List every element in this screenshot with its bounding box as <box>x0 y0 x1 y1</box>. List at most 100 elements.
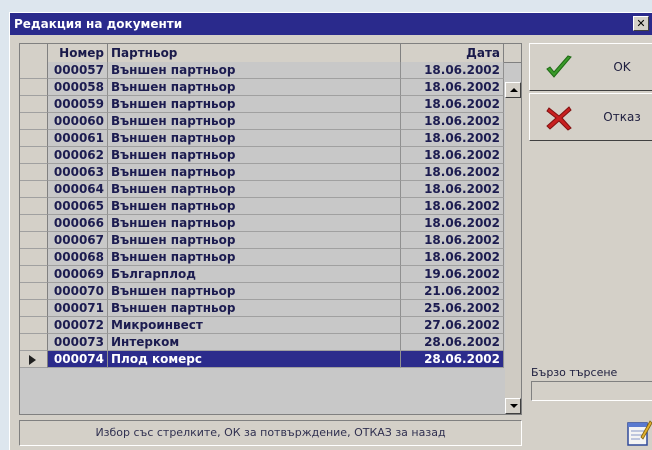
title-bar: Редакция на документи ✕ <box>10 13 652 35</box>
row-indicator[interactable] <box>20 96 48 113</box>
cell-date: 27.06.2002 <box>401 317 504 334</box>
close-icon: ✕ <box>636 17 646 30</box>
cell-date: 18.06.2002 <box>401 96 504 113</box>
cell-partner: Външен партньор <box>108 96 401 113</box>
scroll-up-button[interactable] <box>505 82 521 98</box>
table-row[interactable]: 000064 Външен партньор 18.06.2002 <box>20 181 504 198</box>
table-row[interactable]: 000069 Българплод 19.06.2002 <box>20 266 504 283</box>
row-indicator[interactable] <box>20 130 48 147</box>
row-indicator[interactable] <box>20 334 48 351</box>
cell-number: 000067 <box>48 232 108 249</box>
row-indicator[interactable] <box>20 300 48 317</box>
table-row[interactable]: 000059 Външен партньор 18.06.2002 <box>20 96 504 113</box>
cell-partner: Външен партньор <box>108 215 401 232</box>
header-indicator <box>20 44 48 62</box>
cell-number: 000064 <box>48 181 108 198</box>
cell-number: 000070 <box>48 283 108 300</box>
row-pointer-icon <box>29 355 36 365</box>
row-indicator[interactable] <box>20 113 48 130</box>
cell-number: 000058 <box>48 79 108 96</box>
documents-grid[interactable]: Номер Партньор Дата 000057 Външен партньо… <box>19 43 522 415</box>
column-header-date[interactable]: Дата <box>401 44 504 62</box>
row-indicator[interactable] <box>20 147 48 164</box>
cell-partner: Външен партньор <box>108 62 401 79</box>
row-indicator[interactable] <box>20 215 48 232</box>
table-row[interactable]: 000070 Външен партньор 21.06.2002 <box>20 283 504 300</box>
column-header-number[interactable]: Номер <box>48 44 108 62</box>
cell-partner: Външен партньор <box>108 232 401 249</box>
cancel-button[interactable]: Отказ <box>529 93 652 141</box>
row-indicator[interactable] <box>20 266 48 283</box>
notepad-icon[interactable] <box>624 417 652 447</box>
row-indicator[interactable] <box>20 317 48 334</box>
cell-date: 18.06.2002 <box>401 113 504 130</box>
cell-partner: Външен партньор <box>108 130 401 147</box>
cell-partner: Външен партньор <box>108 198 401 215</box>
cell-date: 18.06.2002 <box>401 130 504 147</box>
cell-number: 000071 <box>48 300 108 317</box>
table-row[interactable]: 000061 Външен партньор 18.06.2002 <box>20 130 504 147</box>
vertical-scrollbar[interactable] <box>505 82 521 414</box>
cell-partner: Българплод <box>108 266 401 283</box>
cell-date: 18.06.2002 <box>401 79 504 96</box>
row-indicator[interactable] <box>20 232 48 249</box>
table-row[interactable]: 000065 Външен партньор 18.06.2002 <box>20 198 504 215</box>
table-row[interactable]: 000058 Външен партньор 18.06.2002 <box>20 79 504 96</box>
cell-number: 000072 <box>48 317 108 334</box>
cell-partner: Външен партньор <box>108 300 401 317</box>
cell-date: 18.06.2002 <box>401 232 504 249</box>
row-indicator[interactable] <box>20 283 48 300</box>
quick-search-input[interactable] <box>531 381 652 401</box>
table-row[interactable]: 000067 Външен партньор 18.06.2002 <box>20 232 504 249</box>
grid-header: Номер Партньор Дата <box>20 44 521 63</box>
cell-number: 000065 <box>48 198 108 215</box>
cell-number: 000060 <box>48 113 108 130</box>
table-row[interactable]: 000063 Външен партньор 18.06.2002 <box>20 164 504 181</box>
table-row[interactable]: 000060 Външен партньор 18.06.2002 <box>20 113 504 130</box>
ok-label: OK <box>613 60 631 74</box>
cell-date: 18.06.2002 <box>401 62 504 79</box>
window-title: Редакция на документи <box>14 17 183 31</box>
row-indicator[interactable] <box>20 164 48 181</box>
cell-date: 18.06.2002 <box>401 147 504 164</box>
table-row[interactable]: 000074 Плод комерс 28.06.2002 <box>20 351 504 368</box>
column-header-partner[interactable]: Партньор <box>108 44 401 62</box>
cell-number: 000068 <box>48 249 108 266</box>
cell-date: 18.06.2002 <box>401 198 504 215</box>
cell-partner: Интерком <box>108 334 401 351</box>
cell-partner: Микроинвест <box>108 317 401 334</box>
table-row[interactable]: 000057 Външен партньор 18.06.2002 <box>20 62 504 79</box>
table-row[interactable]: 000072 Микроинвест 27.06.2002 <box>20 317 504 334</box>
cell-date: 28.06.2002 <box>401 351 504 368</box>
cell-date: 18.06.2002 <box>401 215 504 232</box>
status-hint: Избор със стрелките, ОК за потвърждение,… <box>19 420 522 446</box>
row-indicator[interactable] <box>20 351 48 368</box>
cell-date: 18.06.2002 <box>401 181 504 198</box>
table-row[interactable]: 000066 Външен партньор 18.06.2002 <box>20 215 504 232</box>
row-indicator[interactable] <box>20 181 48 198</box>
checkmark-icon <box>546 55 572 78</box>
row-indicator[interactable] <box>20 79 48 96</box>
table-row[interactable]: 000073 Интерком 28.06.2002 <box>20 334 504 351</box>
cell-partner: Външен партньор <box>108 181 401 198</box>
cell-number: 000059 <box>48 96 108 113</box>
cell-number: 000073 <box>48 334 108 351</box>
document-edit-dialog: Редакция на документи ✕ Номер Партньор Д… <box>9 12 652 450</box>
cell-partner: Външен партньор <box>108 147 401 164</box>
cell-partner: Външен партньор <box>108 249 401 266</box>
cell-partner: Външен партньор <box>108 113 401 130</box>
scroll-down-button[interactable] <box>505 398 521 414</box>
cell-partner: Външен партньор <box>108 164 401 181</box>
table-row[interactable]: 000062 Външен партньор 18.06.2002 <box>20 147 504 164</box>
cell-date: 21.06.2002 <box>401 283 504 300</box>
row-indicator[interactable] <box>20 249 48 266</box>
table-row[interactable]: 000068 Външен партньор 18.06.2002 <box>20 249 504 266</box>
row-indicator[interactable] <box>20 62 48 79</box>
arrow-up-icon <box>510 88 518 92</box>
row-indicator[interactable] <box>20 198 48 215</box>
close-button[interactable]: ✕ <box>633 16 649 31</box>
table-row[interactable]: 000071 Външен партньор 25.06.2002 <box>20 300 504 317</box>
ok-button[interactable]: OK <box>529 43 652 91</box>
cell-number: 000062 <box>48 147 108 164</box>
cell-partner: Външен партньор <box>108 79 401 96</box>
